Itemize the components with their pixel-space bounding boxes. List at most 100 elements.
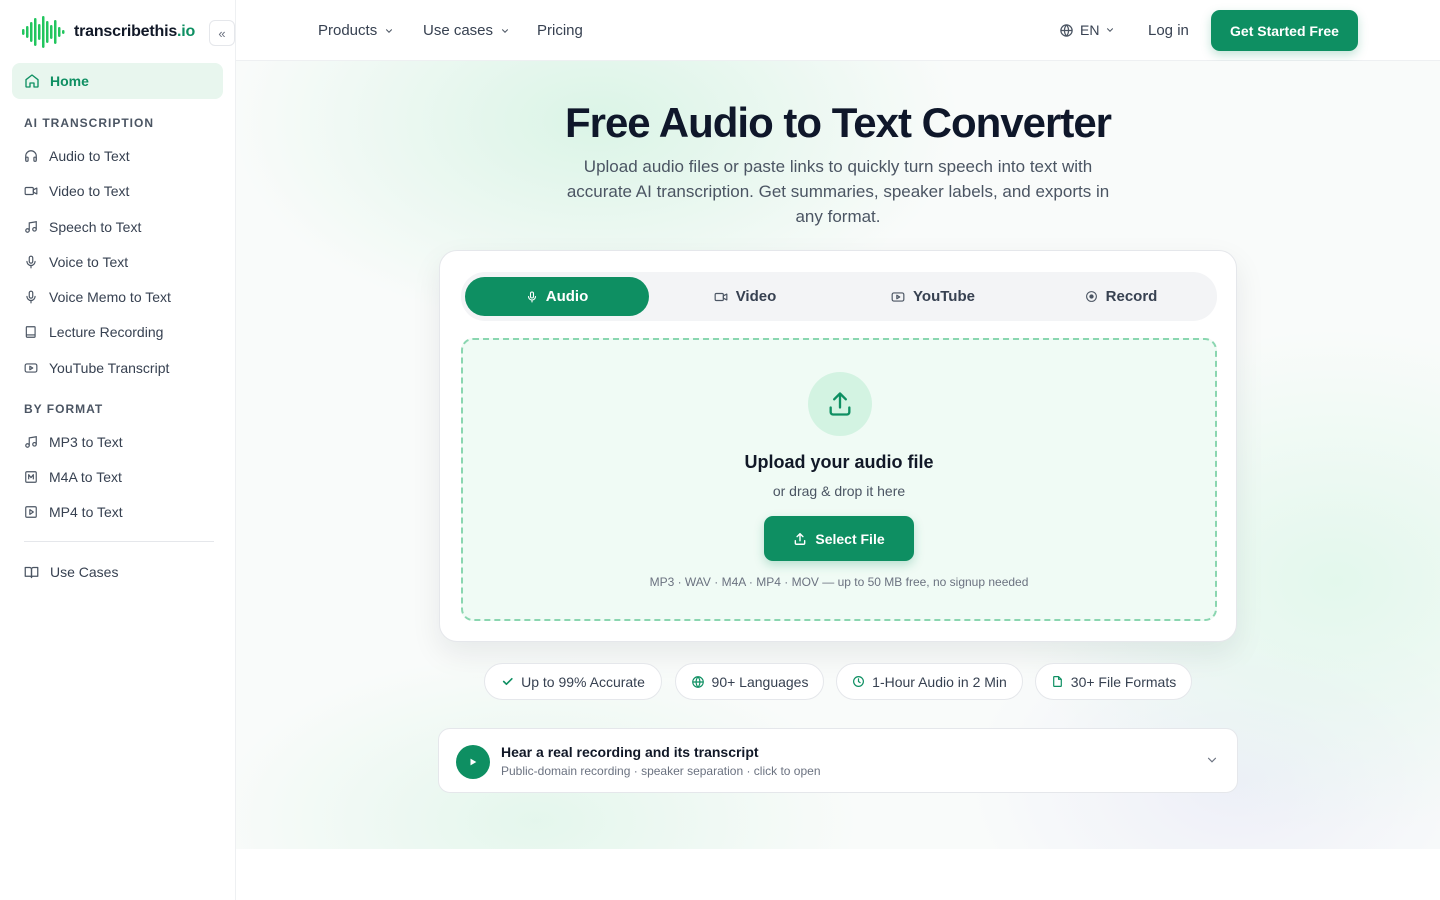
microphone-icon xyxy=(26,255,36,269)
tab-label: Video xyxy=(735,288,777,305)
sidebar-item-mp3-to-text[interactable]: MP3 to Text xyxy=(24,432,123,452)
tab-record[interactable]: Record xyxy=(1029,277,1213,316)
sidebar: transcribethis.io « Home AI TRANSCRIPTIO… xyxy=(0,0,236,900)
sidebar-item-use-cases[interactable]: Use Cases xyxy=(24,562,118,582)
m4a-file-icon xyxy=(25,471,37,483)
sidebar-item-video-to-text[interactable]: Video to Text xyxy=(24,181,129,201)
sidebar-item-voice-memo-to-text[interactable]: Voice Memo to Text xyxy=(24,287,171,307)
waveform-logo-icon xyxy=(22,16,65,48)
chevron-down-icon xyxy=(386,28,393,33)
sidebar-item-voice-to-text[interactable]: Voice to Text xyxy=(24,252,128,272)
play-file-icon xyxy=(25,506,37,518)
sample-recording-panel[interactable]: Hear a real recording and its transcript… xyxy=(438,728,1238,793)
feature-badge-accuracy: Up to 99% Accurate xyxy=(484,663,662,700)
dropzone-subtitle: or drag & drop it here xyxy=(772,483,906,499)
language-selector[interactable]: EN xyxy=(1059,22,1115,38)
tab-label: Audio xyxy=(545,288,589,305)
select-file-label: Select File xyxy=(815,530,885,547)
section-title-ai-transcription: AI TRANSCRIPTION xyxy=(24,116,154,130)
book-icon xyxy=(25,326,36,338)
record-icon xyxy=(1085,291,1097,302)
sidebar-item-label: Voice Memo to Text xyxy=(49,289,171,305)
section-title-by-format: BY FORMAT xyxy=(24,402,104,416)
home-icon xyxy=(25,74,39,88)
microphone-icon xyxy=(527,290,536,303)
top-navigation: Products Use cases Pricing EN Log in Get… xyxy=(236,0,1440,61)
globe-icon xyxy=(1060,23,1073,37)
sidebar-item-youtube-transcript[interactable]: YouTube Transcript xyxy=(24,358,169,378)
sidebar-item-label: Home xyxy=(50,73,89,89)
headphones-icon xyxy=(25,150,37,162)
nav-label: Pricing xyxy=(537,22,583,39)
tab-video[interactable]: Video xyxy=(653,277,837,316)
sidebar-item-m4a-to-text[interactable]: M4A to Text xyxy=(24,467,122,487)
sample-subtitle: Public-domain recording · speaker separa… xyxy=(501,764,821,778)
supported-formats-text: MP3 · WAV · M4A · MP4 · MOV — up to 50 M… xyxy=(649,575,1029,589)
sidebar-item-speech-to-text[interactable]: Speech to Text xyxy=(24,217,141,237)
uploader-card: Audio Video YouTube Record Upload your a… xyxy=(439,250,1237,642)
tab-label: YouTube xyxy=(913,288,975,305)
login-link[interactable]: Log in xyxy=(1148,22,1189,39)
language-label: EN xyxy=(1080,22,1100,38)
video-icon xyxy=(714,292,728,301)
feature-badge-speed: 1-Hour Audio in 2 Min xyxy=(836,663,1023,700)
sidebar-item-home[interactable]: Home xyxy=(12,63,223,99)
feature-badge-languages: 90+ Languages xyxy=(675,663,824,700)
tab-audio[interactable]: Audio xyxy=(465,277,649,316)
file-dropzone[interactable]: Upload your audio file or drag & drop it… xyxy=(461,338,1217,621)
sidebar-item-label: Speech to Text xyxy=(49,219,142,235)
chevron-down-icon xyxy=(1107,28,1114,32)
music-note-icon xyxy=(25,436,37,448)
globe-icon xyxy=(691,675,704,688)
check-icon xyxy=(503,677,513,686)
badge-label: Up to 99% Accurate xyxy=(521,673,645,690)
get-started-button[interactable]: Get Started Free xyxy=(1211,10,1358,51)
feature-badge-formats: 30+ File Formats xyxy=(1035,663,1192,700)
upload-icon-badge xyxy=(808,372,872,436)
open-book-icon xyxy=(24,566,39,578)
select-file-button[interactable]: Select File xyxy=(764,516,914,561)
sidebar-item-label: Use Cases xyxy=(50,564,119,580)
sample-title: Hear a real recording and its transcript xyxy=(501,744,759,760)
chevron-down-icon[interactable] xyxy=(1205,753,1219,767)
sidebar-item-label: Lecture Recording xyxy=(49,324,164,340)
tab-label: Record xyxy=(1105,288,1158,305)
badge-label: 30+ File Formats xyxy=(1070,673,1177,690)
chevron-down-icon xyxy=(502,28,509,33)
nav-products-dropdown[interactable]: Products xyxy=(318,22,394,39)
brand-logo[interactable]: transcribethis.io xyxy=(22,16,195,48)
nav-label: Products xyxy=(318,22,378,39)
microphone-icon xyxy=(26,290,36,304)
youtube-icon xyxy=(891,291,905,302)
source-tabs: Audio Video YouTube Record xyxy=(461,272,1217,321)
nav-use-cases-dropdown[interactable]: Use cases xyxy=(423,22,510,39)
sidebar-item-lecture-recording[interactable]: Lecture Recording xyxy=(24,322,163,342)
brand-name: transcribethis.io xyxy=(74,23,196,40)
badge-label: 1-Hour Audio in 2 Min xyxy=(872,673,1007,690)
play-icon xyxy=(470,758,477,766)
hero-subtitle: Upload audio files or paste links to qui… xyxy=(566,157,1110,226)
file-icon xyxy=(1052,676,1062,687)
play-button[interactable] xyxy=(456,745,490,779)
sidebar-item-label: M4A to Text xyxy=(49,469,122,485)
sidebar-item-label: Voice to Text xyxy=(49,254,129,270)
youtube-icon xyxy=(24,363,38,373)
dropzone-title: Upload your audio file xyxy=(744,452,934,472)
collapse-sidebar-button[interactable]: « xyxy=(209,20,235,46)
tab-youtube[interactable]: YouTube xyxy=(841,277,1025,316)
sidebar-item-label: Video to Text xyxy=(49,183,130,199)
clock-icon xyxy=(853,676,865,687)
sidebar-item-label: MP3 to Text xyxy=(49,434,123,450)
page-title: Free Audio to Text Converter xyxy=(564,99,1112,146)
badge-label: 90+ Languages xyxy=(711,673,809,690)
upload-icon xyxy=(829,392,851,416)
sidebar-item-label: MP4 to Text xyxy=(49,504,123,520)
sidebar-item-label: YouTube Transcript xyxy=(49,360,170,376)
sidebar-divider xyxy=(24,541,214,542)
sidebar-item-audio-to-text[interactable]: Audio to Text xyxy=(24,146,130,166)
music-note-icon xyxy=(25,221,37,233)
nav-label: Use cases xyxy=(423,22,494,39)
nav-pricing-link[interactable]: Pricing xyxy=(537,22,583,39)
sidebar-item-mp4-to-text[interactable]: MP4 to Text xyxy=(24,502,123,522)
upload-icon xyxy=(794,532,806,545)
